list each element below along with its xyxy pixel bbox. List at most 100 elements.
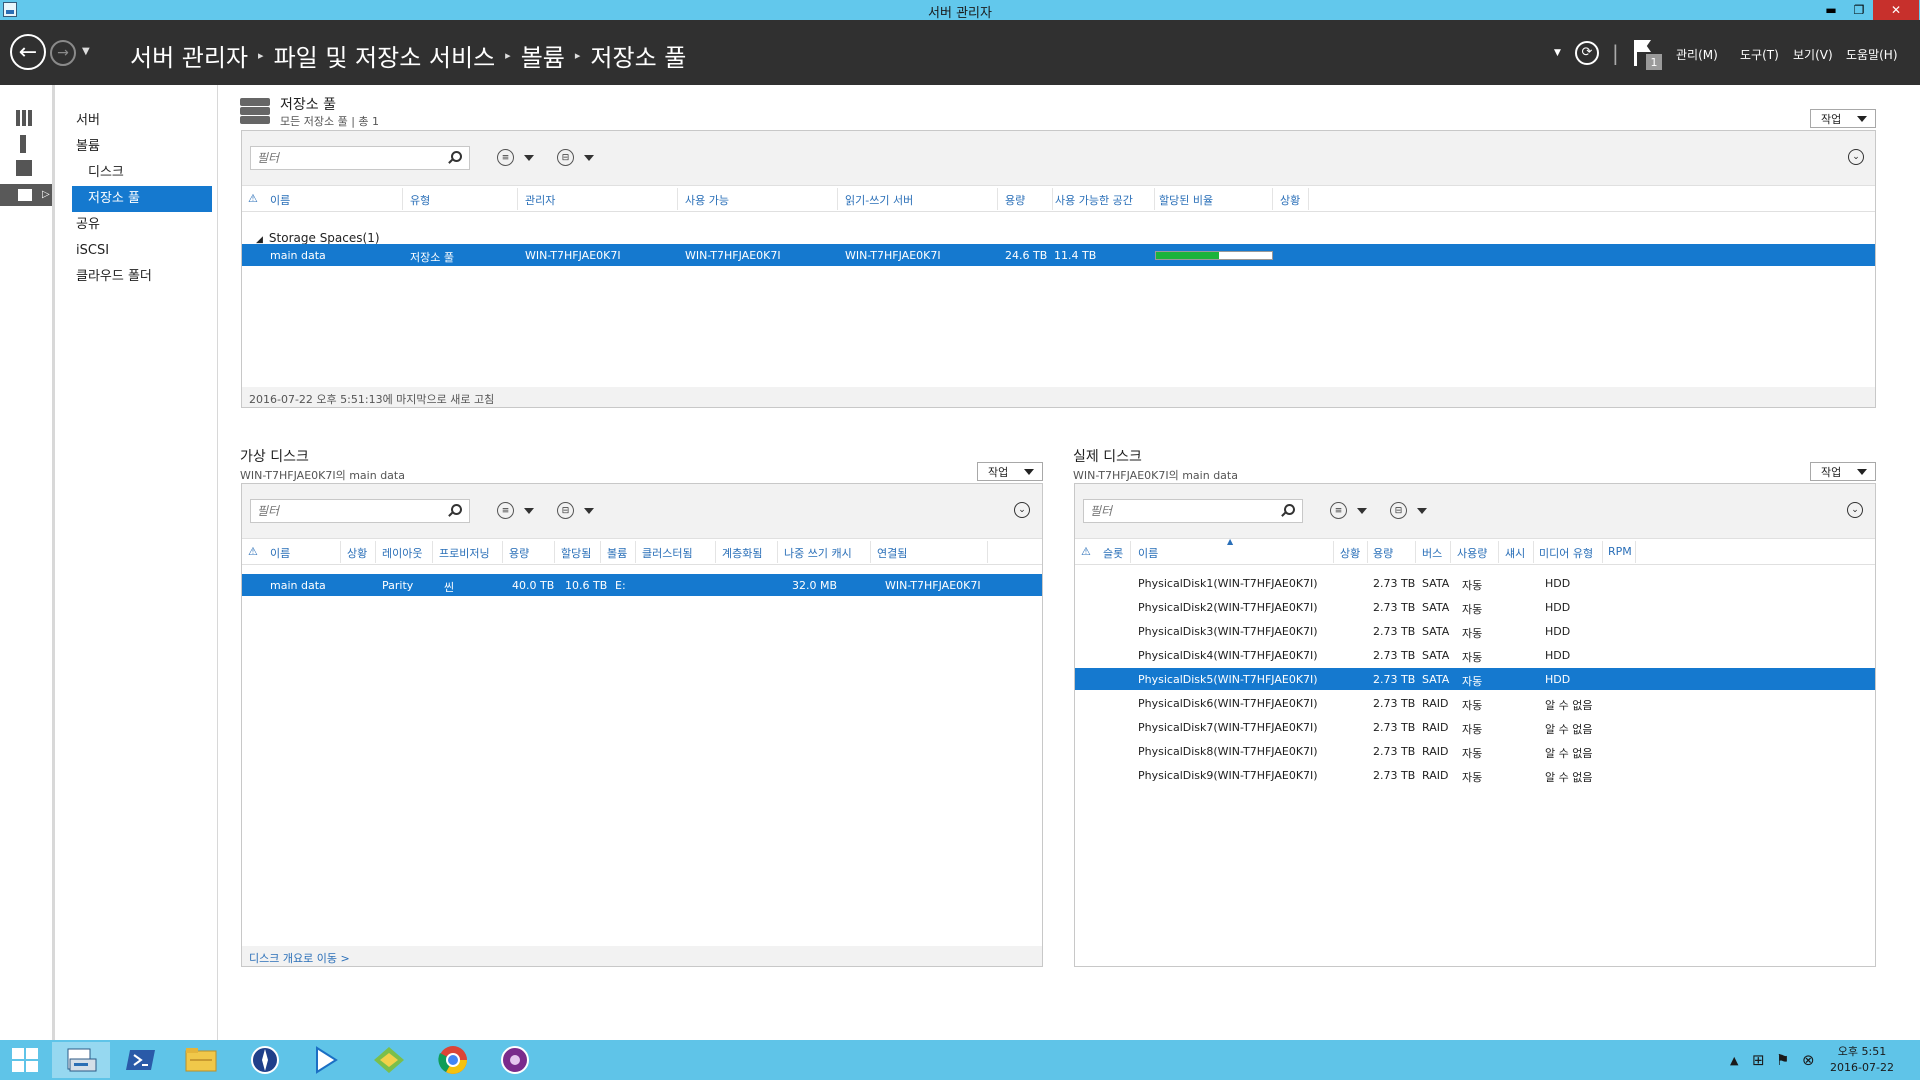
col-capacity[interactable]: 용량 [1373, 545, 1393, 561]
menu-manage[interactable]: 관리(M) [1676, 46, 1718, 63]
save-query-icon[interactable]: ⊟ [557, 149, 574, 166]
save-query-icon[interactable]: ⊟ [557, 502, 574, 519]
vdisk-tasks-button[interactable]: 작업 [977, 462, 1043, 481]
expand-arrow-icon[interactable]: ▷ [42, 189, 50, 200]
col-rpm[interactable]: RPM [1608, 545, 1632, 558]
list-options-caret-icon[interactable] [524, 155, 534, 161]
col-status[interactable]: 상황 [1280, 192, 1300, 208]
maximize-button[interactable]: ❐ [1845, 0, 1873, 20]
col-chassis[interactable]: 섀시 [1505, 545, 1525, 561]
col-clustered[interactable]: 클러스터됨 [642, 545, 693, 561]
local-server-icon[interactable] [20, 135, 26, 153]
sidebar-item-volumes[interactable]: 볼륨 [76, 134, 100, 160]
table-row[interactable]: PhysicalDisk8(WIN-T7HFJAE0K7I) 2.73 TB RAI… [1075, 740, 1875, 762]
close-button[interactable]: ✕ [1873, 0, 1919, 20]
taskbar-file-explorer[interactable] [172, 1042, 230, 1078]
taskbar-clock[interactable]: 오후 5:51 2016-07-22 [1822, 1044, 1902, 1076]
table-row[interactable]: main data 저장소 풀 WIN-T7HFJAE0K7I WIN-T7HF… [242, 244, 1875, 266]
list-options-icon[interactable]: ≡ [1330, 502, 1347, 519]
list-options-caret-icon[interactable] [524, 508, 534, 514]
col-type[interactable]: 유형 [410, 192, 430, 208]
table-row[interactable]: PhysicalDisk9(WIN-T7HFJAE0K7I) 2.73 TB RAI… [1075, 764, 1875, 786]
save-query-icon[interactable]: ⊟ [1390, 502, 1407, 519]
sidebar-item-disks[interactable]: 디스크 [88, 160, 124, 186]
vdisk-filter-input[interactable] [250, 499, 470, 523]
col-media-type[interactable]: 미디어 유형 [1539, 545, 1593, 561]
table-row[interactable]: PhysicalDisk3(WIN-T7HFJAE0K7I) 2.73 TB SAT… [1075, 620, 1875, 642]
save-query-caret-icon[interactable] [1417, 508, 1427, 514]
taskbar-server-manager[interactable] [52, 1042, 110, 1078]
expand-collapse-icon[interactable]: ⌄ [1848, 149, 1864, 165]
col-layout[interactable]: 레이아웃 [382, 545, 422, 561]
table-row[interactable]: main data Parity 씬 40.0 TB 10.6 TB E: 32… [242, 574, 1042, 596]
tray-people-icon[interactable]: ⚑ [1776, 1040, 1789, 1080]
col-slot[interactable]: 슬롯 [1103, 545, 1123, 561]
list-options-icon[interactable]: ≡ [497, 149, 514, 166]
forward-button[interactable]: → [50, 40, 76, 66]
pool-filter-input[interactable] [250, 146, 470, 170]
all-servers-icon[interactable] [16, 160, 32, 176]
taskbar-app-diamond[interactable] [360, 1042, 418, 1078]
taskbar-chrome[interactable] [424, 1042, 482, 1078]
pdisk-tasks-button[interactable]: 작업 [1810, 462, 1876, 481]
col-allocated[interactable]: 할당됨 [561, 545, 591, 561]
save-query-caret-icon[interactable] [584, 155, 594, 161]
breadcrumb-volumes[interactable]: 볼륨 [521, 38, 565, 73]
tray-network-icon[interactable]: ⊞ [1752, 1040, 1765, 1080]
col-name[interactable]: 이름 [270, 545, 290, 561]
pool-group-header[interactable]: ◢ Storage Spaces(1) [256, 231, 380, 245]
sidebar-item-storage-pools[interactable]: 저장소 풀 [72, 186, 212, 212]
col-bus[interactable]: 버스 [1422, 545, 1442, 561]
sidebar-item-servers[interactable]: 서버 [76, 108, 100, 134]
col-status[interactable]: 상황 [347, 545, 367, 561]
menu-view[interactable]: 보기(V) [1793, 46, 1833, 63]
dashboard-icon[interactable] [16, 110, 34, 126]
pool-tasks-button[interactable]: 작업 [1810, 109, 1876, 128]
taskbar-media-player[interactable] [296, 1042, 354, 1078]
list-options-caret-icon[interactable] [1357, 508, 1367, 514]
col-tiered[interactable]: 계층화됨 [722, 545, 762, 561]
table-row[interactable]: PhysicalDisk1(WIN-T7HFJAE0K7I) 2.73 TB SAT… [1075, 572, 1875, 594]
search-icon[interactable] [451, 151, 462, 162]
save-query-caret-icon[interactable] [584, 508, 594, 514]
notifications-button[interactable]: 1 [1632, 20, 1662, 85]
history-dropdown-icon[interactable]: ▼ [82, 46, 90, 57]
col-provisioning[interactable]: 프로비저닝 [439, 545, 490, 561]
go-to-disk-overview-link[interactable]: 디스크 개요로 이동 > [242, 946, 1042, 966]
pdisk-filter-input[interactable] [1083, 499, 1303, 523]
search-icon[interactable] [451, 504, 462, 515]
col-usage[interactable]: 사용량 [1457, 545, 1487, 561]
sidebar-item-work-folders[interactable]: 클라우드 폴더 [76, 264, 152, 290]
col-name[interactable]: 이름 [1138, 545, 1158, 561]
breadcrumb-server-manager[interactable]: 서버 관리자 [130, 38, 248, 73]
tray-show-hidden-icon[interactable]: ▲ [1730, 1040, 1738, 1080]
file-storage-icon[interactable] [16, 187, 34, 203]
col-free-space[interactable]: 사용 가능한 공간 [1055, 192, 1133, 208]
table-row[interactable]: PhysicalDisk4(WIN-T7HFJAE0K7I) 2.73 TB SAT… [1075, 644, 1875, 666]
col-available[interactable]: 사용 가능 [685, 192, 729, 208]
minimize-button[interactable]: ▬ [1817, 0, 1845, 20]
col-volume[interactable]: 볼륨 [607, 545, 627, 561]
expand-collapse-icon[interactable]: ⌄ [1847, 502, 1863, 518]
refresh-dropdown-icon[interactable]: ▼ [1554, 20, 1561, 85]
sidebar-item-shares[interactable]: 공유 [76, 212, 100, 238]
refresh-button[interactable]: ⟳ [1572, 20, 1602, 85]
taskbar-app-compass[interactable] [236, 1042, 294, 1078]
table-row[interactable]: PhysicalDisk6(WIN-T7HFJAE0K7I) 2.73 TB RAI… [1075, 692, 1875, 714]
table-row[interactable]: PhysicalDisk5(WIN-T7HFJAE0K7I) 2.73 TB SAT… [1075, 668, 1875, 690]
col-capacity[interactable]: 용량 [509, 545, 529, 561]
warning-sort-icon[interactable]: ⚠ [1081, 545, 1091, 558]
table-row[interactable]: PhysicalDisk2(WIN-T7HFJAE0K7I) 2.73 TB SAT… [1075, 596, 1875, 618]
col-rw-server[interactable]: 읽기-쓰기 서버 [845, 192, 913, 208]
taskbar-powershell[interactable] [112, 1042, 170, 1078]
list-options-icon[interactable]: ≡ [497, 502, 514, 519]
back-button[interactable]: ← [10, 34, 46, 70]
warning-sort-icon[interactable]: ⚠ [248, 192, 258, 205]
col-allocated-percent[interactable]: 할당된 비율 [1159, 192, 1213, 208]
col-write-back-cache[interactable]: 나중 쓰기 캐시 [784, 545, 852, 561]
warning-sort-icon[interactable]: ⚠ [248, 545, 258, 558]
col-attached[interactable]: 연결됨 [877, 545, 907, 561]
sidebar-item-iscsi[interactable]: iSCSI [76, 238, 109, 264]
col-status[interactable]: 상황 [1340, 545, 1360, 561]
taskbar-app-purple[interactable] [486, 1042, 544, 1078]
